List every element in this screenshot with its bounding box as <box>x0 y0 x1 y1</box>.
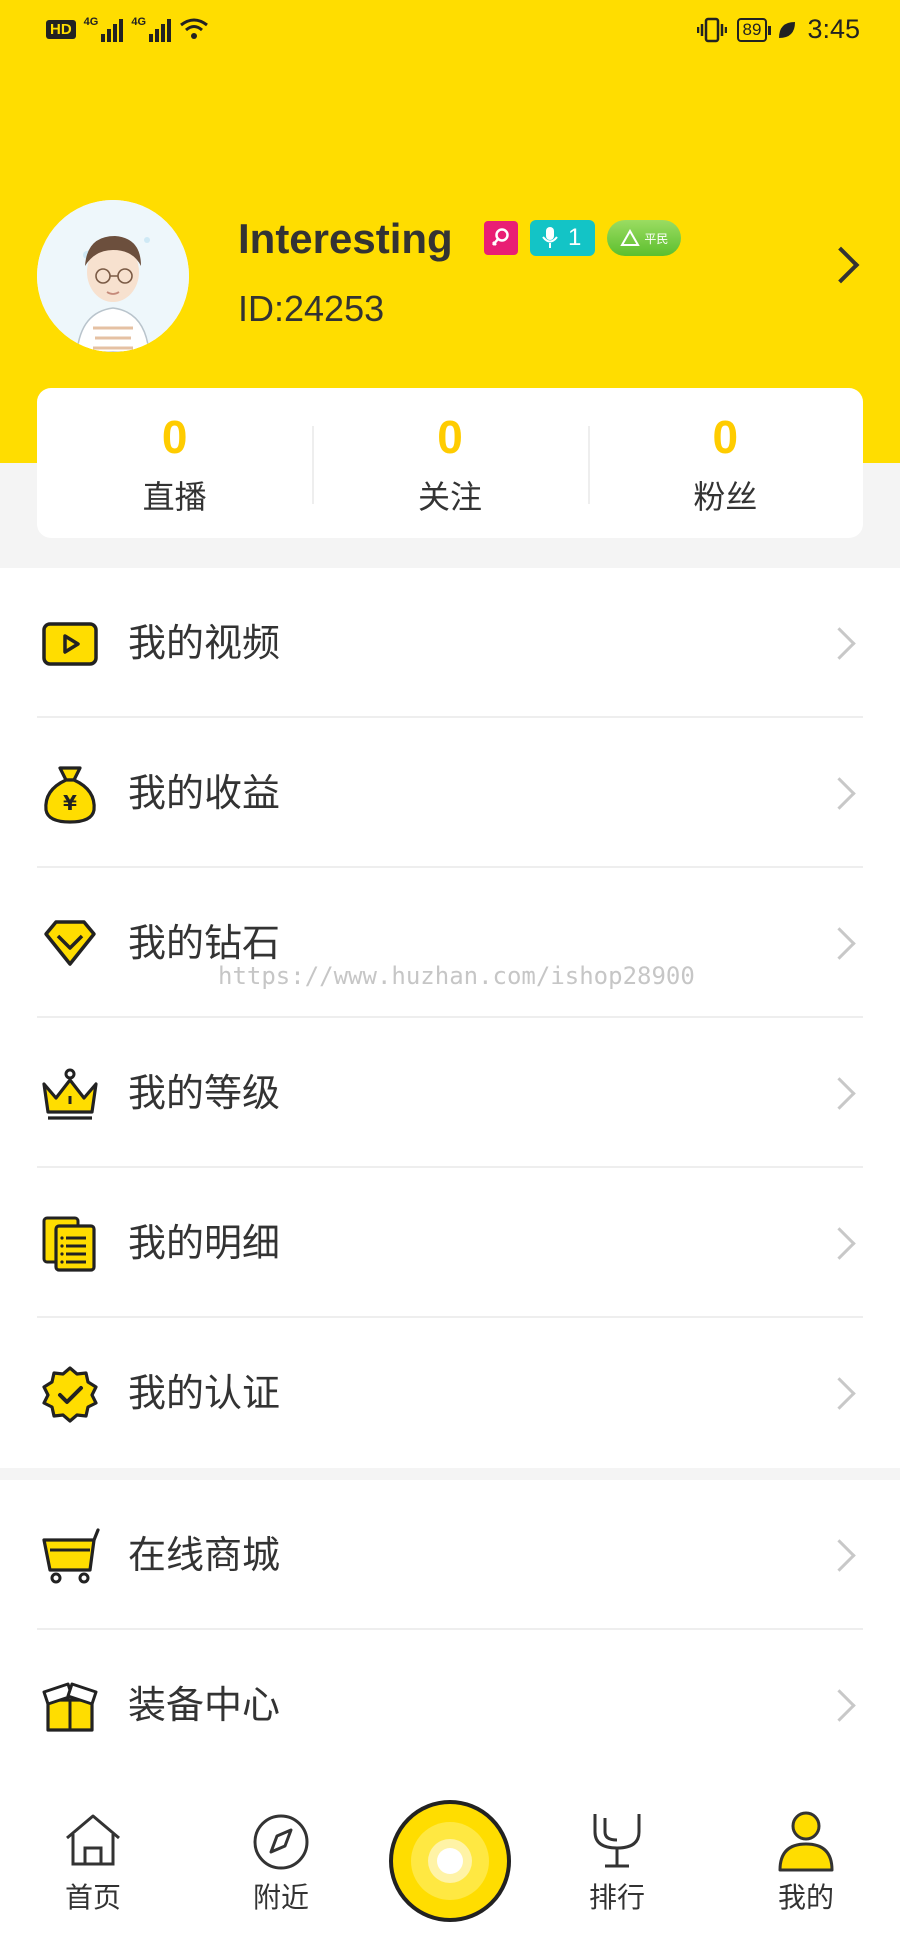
chevron-right-icon <box>823 1227 856 1260</box>
avatar-image <box>37 200 189 352</box>
menu-item-my-video[interactable]: 我的视频 <box>0 568 900 718</box>
battery-indicator: 89 <box>736 17 772 42</box>
menu-label: 我的钻石 <box>128 921 281 965</box>
nav-ranking[interactable]: 排行 <box>557 1780 677 1916</box>
stat-value: 0 <box>437 411 463 463</box>
female-gender-icon <box>484 221 518 255</box>
nav-label: 附近 <box>252 1881 309 1914</box>
menu-label: 装备中心 <box>128 1683 281 1727</box>
status-time: 3:45 <box>807 14 860 44</box>
menu-item-online-store[interactable]: 在线商城 <box>0 1480 900 1630</box>
hd-indicator: HD <box>46 19 76 39</box>
money-bag-icon: ¥ <box>44 766 96 824</box>
stat-fans[interactable]: 0 粉丝 <box>587 388 863 538</box>
menu-item-my-earnings[interactable]: ¥ 我的收益 <box>0 718 900 868</box>
user-id: ID:24253 <box>238 288 385 329</box>
user-badges: 1 平民 <box>484 220 682 256</box>
menu-label: 我的认证 <box>128 1371 281 1415</box>
menu-group-account: 我的视频 ¥ 我的收益 我的钻石 我的等级 我的明细 我的认证 <box>0 568 900 1468</box>
stat-value: 0 <box>712 411 739 463</box>
nav-home[interactable]: 首页 <box>33 1780 153 1916</box>
vibrate-icon <box>696 17 727 42</box>
menu-item-my-diamonds[interactable]: 我的钻石 <box>0 868 900 1018</box>
rank-emblem-icon <box>620 229 641 246</box>
nav-nearby[interactable]: 附近 <box>221 1780 341 1916</box>
avatar[interactable] <box>37 200 189 352</box>
chevron-right-icon <box>823 1377 856 1410</box>
nav-label: 排行 <box>588 1881 645 1914</box>
menu-label: 我的明细 <box>128 1221 281 1265</box>
detail-list-icon <box>42 1216 96 1272</box>
shopping-cart-icon <box>42 1528 100 1584</box>
username: Interesting <box>238 215 453 262</box>
nav-label: 首页 <box>64 1881 121 1914</box>
compass-icon <box>253 1814 309 1870</box>
menu-item-my-level[interactable]: 我的等级 <box>0 1018 900 1168</box>
stat-value: 0 <box>161 411 188 463</box>
user-icon <box>778 1811 834 1872</box>
wifi-icon <box>180 18 208 39</box>
rank-label: 平民 <box>644 231 669 246</box>
gift-box-icon <box>42 1682 98 1732</box>
menu-label: 我的等级 <box>128 1071 281 1115</box>
rank-badge: 平民 <box>607 220 682 256</box>
stats-card: 0 直播 0 关注 0 粉丝 <box>37 388 863 538</box>
stat-live[interactable]: 0 直播 <box>37 388 312 538</box>
chevron-right-icon <box>823 927 856 960</box>
trophy-icon <box>593 1814 641 1868</box>
crown-icon <box>42 1068 98 1120</box>
nav-label: 我的 <box>777 1881 834 1914</box>
stat-label: 关注 <box>417 478 482 516</box>
chevron-right-icon <box>823 777 856 810</box>
leaf-icon <box>779 21 796 38</box>
menu-item-my-certification[interactable]: 我的认证 <box>0 1318 900 1468</box>
menu-label: 在线商城 <box>128 1533 281 1577</box>
chevron-right-icon <box>823 1077 856 1110</box>
svg-text:¥: ¥ <box>63 791 77 815</box>
chevron-right-icon <box>823 1539 856 1572</box>
home-icon <box>66 1814 120 1866</box>
diamond-icon <box>44 920 96 966</box>
stat-label: 直播 <box>142 478 207 516</box>
anchor-level-badge: 1 <box>530 220 596 256</box>
chevron-right-icon <box>823 627 856 660</box>
chevron-right-icon <box>823 1689 856 1722</box>
menu-label: 我的收益 <box>128 771 281 815</box>
menu-item-equipment-center[interactable]: 装备中心 <box>0 1630 900 1780</box>
level-number: 1 <box>568 224 582 251</box>
menu-group-shop: 在线商城 装备中心 <box>0 1480 900 1780</box>
start-live-button[interactable] <box>389 1800 511 1922</box>
menu-label: 我的视频 <box>128 621 281 665</box>
microphone-icon <box>542 227 558 248</box>
stat-following[interactable]: 0 关注 <box>312 388 587 538</box>
menu-item-my-details[interactable]: 我的明细 <box>0 1168 900 1318</box>
nav-me[interactable]: 我的 <box>746 1780 866 1916</box>
signal-icon: 4G <box>131 16 172 42</box>
signal-icon: 4G <box>84 16 124 42</box>
stat-label: 粉丝 <box>693 478 758 516</box>
watermark: https://www.huzhan.com/ishop28900 <box>218 962 695 990</box>
certified-badge-icon <box>42 1366 98 1423</box>
status-bar: HD 4G 4G 89 3:45 <box>0 0 900 62</box>
video-icon <box>42 622 98 666</box>
